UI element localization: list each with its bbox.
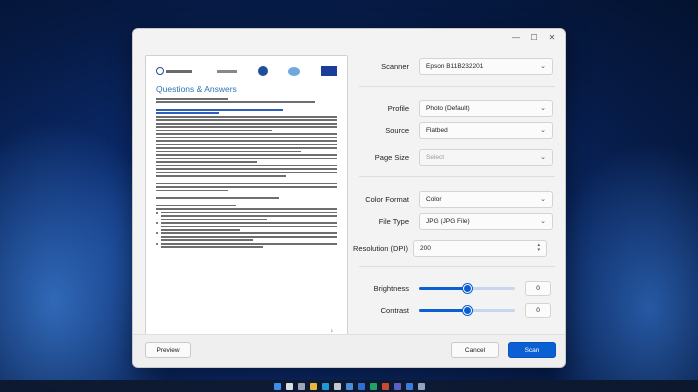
chevron-down-icon: ⌄ <box>540 196 546 203</box>
scan-button[interactable]: Scan <box>508 342 556 358</box>
file-explorer-icon[interactable] <box>309 382 317 390</box>
color-format-select[interactable]: Color ⌄ <box>419 190 553 208</box>
file-type-label: File Type <box>378 216 409 226</box>
maximize-button[interactable]: ☐ <box>525 30 543 44</box>
brightness-slider-fill <box>419 286 467 290</box>
dialog-footer: Preview Cancel Scan <box>133 334 565 367</box>
file-type-value: JPG (JPG File) <box>426 217 470 225</box>
agency-logo <box>288 66 301 76</box>
contrast-slider-thumb[interactable] <box>462 305 472 315</box>
source-row: Source Flatbed ⌄ <box>359 119 555 141</box>
brightness-slider[interactable] <box>419 283 515 293</box>
partner-logo <box>216 69 237 73</box>
source-select[interactable]: Flatbed ⌄ <box>419 121 553 139</box>
brightness-row: Brightness 0 <box>359 277 555 299</box>
task-view-icon[interactable] <box>297 382 305 390</box>
source-label: Source <box>385 125 409 135</box>
page-size-row: Page Size Select ⌄ <box>359 146 555 168</box>
contrast-value-box[interactable]: 0 <box>525 302 551 318</box>
browser-icon[interactable] <box>321 382 329 390</box>
resolution-input[interactable]: 200 ▴ ▾ <box>413 239 547 257</box>
scanner-app-icon[interactable] <box>405 382 413 390</box>
preview-button[interactable]: Preview <box>145 342 191 358</box>
resolution-label: Resolution (DPI) <box>353 243 409 253</box>
close-button[interactable]: ✕ <box>543 30 561 44</box>
brightness-value-box[interactable]: 0 <box>525 280 551 296</box>
color-format-row: Color Format Color ⌄ <box>359 188 555 210</box>
search-icon[interactable] <box>285 382 293 390</box>
document-logos <box>156 65 337 77</box>
divider <box>359 86 555 87</box>
page-number: 1 <box>330 328 333 333</box>
title-bar: — ☐ ✕ <box>133 29 565 45</box>
scanner-select[interactable]: Epson B11B232201 ⌄ <box>419 57 553 75</box>
spinner-arrows-icon[interactable]: ▴ ▾ <box>537 243 540 253</box>
teams-icon[interactable] <box>393 382 401 390</box>
cancel-button[interactable]: Cancel <box>451 342 499 358</box>
color-format-label: Color Format <box>365 194 409 204</box>
contrast-row: Contrast 0 <box>359 299 555 321</box>
chevron-down-icon: ⌄ <box>540 218 546 225</box>
resolution-row: Resolution (DPI) 200 ▴ ▾ <box>353 237 555 259</box>
document-title: Questions & Answers <box>156 84 237 94</box>
scanner-label: Scanner <box>381 61 409 71</box>
profile-value: Photo (Default) <box>426 104 470 112</box>
profile-select[interactable]: Photo (Default) ⌄ <box>419 99 553 117</box>
taskbar <box>0 380 698 392</box>
mail-icon[interactable] <box>345 382 353 390</box>
chevron-down-icon: ⌄ <box>540 105 546 112</box>
document-body <box>156 98 337 250</box>
un-logo <box>257 66 268 76</box>
scanner-row: Scanner Epson B11B232201 ⌄ <box>359 55 555 77</box>
scanner-value: Epson B11B232201 <box>426 62 484 70</box>
resolution-value: 200 <box>420 244 431 252</box>
color-format-value: Color <box>426 195 442 203</box>
divider <box>359 266 555 267</box>
profile-label: Profile <box>387 103 409 113</box>
source-value: Flatbed <box>426 126 448 134</box>
contrast-slider[interactable] <box>419 305 515 315</box>
powerpoint-icon[interactable] <box>381 382 389 390</box>
eu-flag-logo <box>321 66 337 76</box>
chevron-down-icon: ⌄ <box>540 63 546 70</box>
profile-row: Profile Photo (Default) ⌄ <box>359 97 555 119</box>
scan-preview: Questions & Answers 1 <box>145 55 348 348</box>
store-icon[interactable] <box>333 382 341 390</box>
minimize-button[interactable]: — <box>507 30 525 44</box>
file-type-select[interactable]: JPG (JPG File) ⌄ <box>419 212 553 230</box>
settings-icon[interactable] <box>417 382 425 390</box>
page-size-value: Select <box>426 153 445 161</box>
brightness-label: Brightness <box>373 283 409 293</box>
divider <box>359 176 555 177</box>
contrast-label: Contrast <box>380 305 409 315</box>
page-size-select[interactable]: Select ⌄ <box>419 148 553 166</box>
start-icon[interactable] <box>273 382 281 390</box>
brightness-slider-thumb[interactable] <box>462 283 472 293</box>
contrast-slider-fill <box>419 308 467 312</box>
ministry-logo <box>156 67 196 75</box>
file-type-row: File Type JPG (JPG File) ⌄ <box>359 210 555 232</box>
word-icon[interactable] <box>357 382 365 390</box>
system-tray[interactable] <box>691 381 692 386</box>
excel-icon[interactable] <box>369 382 377 390</box>
page-size-label: Page Size <box>374 152 409 162</box>
scanner-dialog: — ☐ ✕ Questions & Answers 1 Scanner Epso… <box>132 28 566 368</box>
chevron-down-icon: ⌄ <box>540 127 546 134</box>
chevron-down-icon: ⌄ <box>540 154 546 161</box>
